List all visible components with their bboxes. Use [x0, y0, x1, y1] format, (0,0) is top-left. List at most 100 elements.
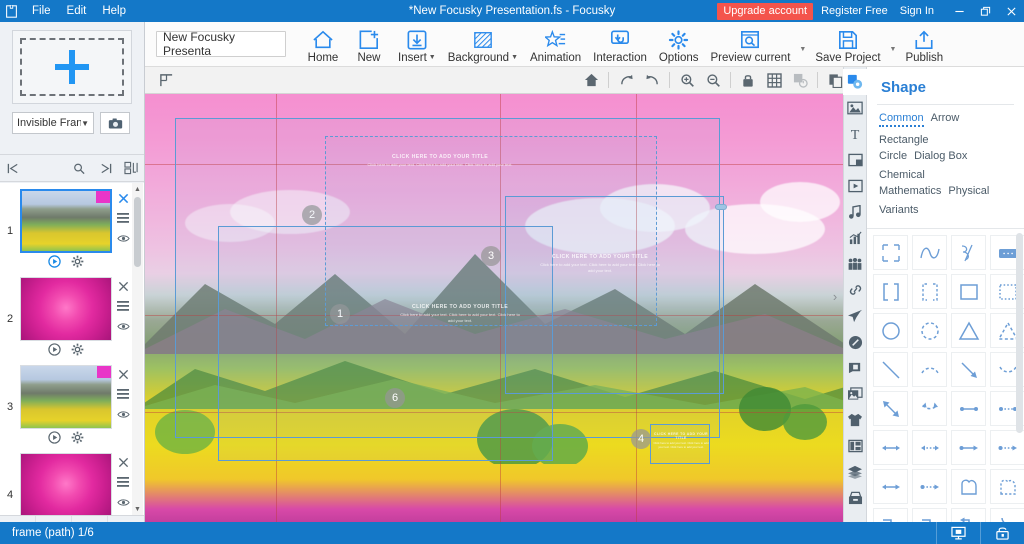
panel-music-button[interactable] [843, 199, 867, 225]
shape-item-s-curve[interactable] [990, 508, 1024, 522]
frame-menu-button[interactable] [117, 387, 129, 401]
shape-category-physical[interactable]: Physical [948, 185, 989, 197]
panel-role-button[interactable] [843, 251, 867, 277]
panel-text-button[interactable]: T [843, 121, 867, 147]
shape-item-wave-curve[interactable] [912, 235, 947, 270]
list-item[interactable]: 3 [0, 359, 130, 447]
frame-tool-button[interactable] [153, 68, 179, 92]
shape-item-dashed-circle[interactable] [912, 313, 947, 348]
frame-menu-button[interactable] [117, 475, 129, 489]
panel-archive-button[interactable] [843, 485, 867, 511]
ribbon-new-button[interactable]: New [346, 22, 392, 67]
shape-item-circle[interactable] [873, 313, 908, 348]
shape-category-common[interactable]: Common [879, 112, 924, 127]
frame-thumbnail[interactable] [20, 277, 112, 341]
capture-frame-button[interactable] [100, 112, 130, 134]
panel-chart-button[interactable] [843, 225, 867, 251]
play-frame-button[interactable] [48, 255, 61, 271]
frame-thumbnail[interactable] [20, 189, 112, 253]
frame-settings-button[interactable] [71, 343, 84, 359]
shape-item-brackets[interactable] [873, 274, 908, 309]
shape-item-dotted-arrow-long[interactable] [912, 469, 947, 504]
delete-frame-button[interactable] [118, 191, 129, 205]
menu-file[interactable]: File [24, 2, 59, 20]
zoom-out-button[interactable] [700, 68, 726, 92]
shape-category-mathematics[interactable]: Mathematics [879, 185, 941, 197]
frame-region[interactable] [650, 424, 710, 464]
register-free-link[interactable]: Register Free [821, 5, 888, 17]
play-frame-button[interactable] [48, 431, 61, 447]
grid-settings-button[interactable] [787, 68, 813, 92]
ribbon-save-project-button[interactable]: Save Project [809, 22, 886, 67]
shape-item-double-headed-arrow[interactable] [873, 430, 908, 465]
ribbon-options-button[interactable]: Options [653, 22, 705, 67]
frame-badge[interactable]: 3 [481, 246, 501, 266]
ribbon-interaction-button[interactable]: Interaction [587, 22, 653, 67]
frame-type-select[interactable]: Invisible Fran ▼ [12, 112, 94, 134]
search-frames-button[interactable] [66, 157, 92, 179]
frames-list[interactable]: 1 2 3 4 [0, 183, 144, 515]
frame-menu-button[interactable] [117, 299, 129, 313]
fit-home-button[interactable] [578, 68, 604, 92]
shape-item-dotted-double-arrow[interactable] [912, 430, 947, 465]
shape-item-squiggle[interactable] [951, 235, 986, 270]
lock-frame-button[interactable] [735, 68, 761, 92]
frame-region[interactable] [218, 226, 553, 461]
shape-item-triangle[interactable] [951, 313, 986, 348]
panel-shape-button[interactable] [843, 69, 867, 95]
presentation-canvas[interactable]: 2 1 6 3 4 CLICK HERE TO ADD YOUR TITLE C… [145, 94, 843, 522]
frame-badge[interactable]: 4 [631, 429, 651, 449]
shape-category-chemical[interactable]: Chemical [879, 169, 925, 181]
sign-in-link[interactable]: Sign In [900, 5, 934, 17]
shape-item-dashed-blob[interactable] [990, 469, 1024, 504]
shape-item-double-arrow-diagonal[interactable] [873, 391, 908, 426]
frame-region[interactable] [505, 196, 724, 394]
shape-item-step-arrow[interactable] [912, 508, 947, 522]
shape-category-circle[interactable]: Circle [879, 150, 907, 162]
panel-layers-button[interactable] [843, 459, 867, 485]
add-frame-button[interactable] [12, 30, 132, 104]
shape-item-crop-marks[interactable] [873, 235, 908, 270]
shape-item-diagonal-line[interactable] [873, 352, 908, 387]
ribbon-preview-current-button[interactable]: Preview current [705, 22, 797, 67]
panel-theme-button[interactable] [843, 407, 867, 433]
panel-video-button[interactable] [843, 173, 867, 199]
shape-category-rectangle[interactable]: Rectangle [879, 134, 929, 146]
lock-status-button[interactable] [980, 522, 1024, 544]
presenter-view-button[interactable] [936, 522, 980, 544]
frame-badge[interactable]: 6 [385, 388, 405, 408]
shape-item-rectangle[interactable] [951, 274, 986, 309]
shape-item-dot-line-dot[interactable] [951, 391, 986, 426]
frame-resize-handle[interactable] [715, 204, 727, 210]
list-item[interactable]: 1 [0, 183, 130, 271]
toggle-grid-button[interactable] [761, 68, 787, 92]
frame-settings-button[interactable] [71, 255, 84, 271]
shape-item-double-step-arrow[interactable] [951, 508, 986, 522]
rotate-right-button[interactable] [613, 68, 639, 92]
shape-item-dotted-arrow-right[interactable] [990, 430, 1024, 465]
shape-category-dialog-box[interactable]: Dialog Box [914, 150, 967, 162]
ribbon-publish-button[interactable]: Publish [899, 22, 949, 67]
frame-thumbnail[interactable] [20, 453, 112, 515]
panel-layout-button[interactable] [843, 433, 867, 459]
shape-item-dashed-brackets[interactable] [912, 274, 947, 309]
sort-frames-button[interactable] [118, 157, 144, 179]
zoom-in-button[interactable] [674, 68, 700, 92]
panel-gallery-button[interactable] [843, 381, 867, 407]
panel-flag-button[interactable] [843, 355, 867, 381]
panel-link-button[interactable] [843, 277, 867, 303]
panel-image-button[interactable] [843, 95, 867, 121]
go-to-last-frame-button[interactable] [92, 157, 118, 179]
shape-category-arrow[interactable]: Arrow [931, 112, 960, 127]
scrollbar-thumb[interactable] [134, 197, 141, 267]
ribbon-insert-button[interactable]: Insert ▼ [392, 22, 442, 67]
frame-settings-button[interactable] [71, 431, 84, 447]
frame-menu-button[interactable] [117, 211, 129, 225]
shape-item-blob[interactable] [951, 469, 986, 504]
project-name-input[interactable]: New Focusky Presenta [156, 30, 286, 58]
upgrade-account-button[interactable]: Upgrade account [717, 2, 814, 20]
shape-item-arrow-long[interactable] [873, 469, 908, 504]
scroll-down-icon[interactable]: ▼ [132, 503, 143, 515]
panel-frame-button[interactable] [843, 147, 867, 173]
menu-edit[interactable]: Edit [59, 2, 95, 20]
